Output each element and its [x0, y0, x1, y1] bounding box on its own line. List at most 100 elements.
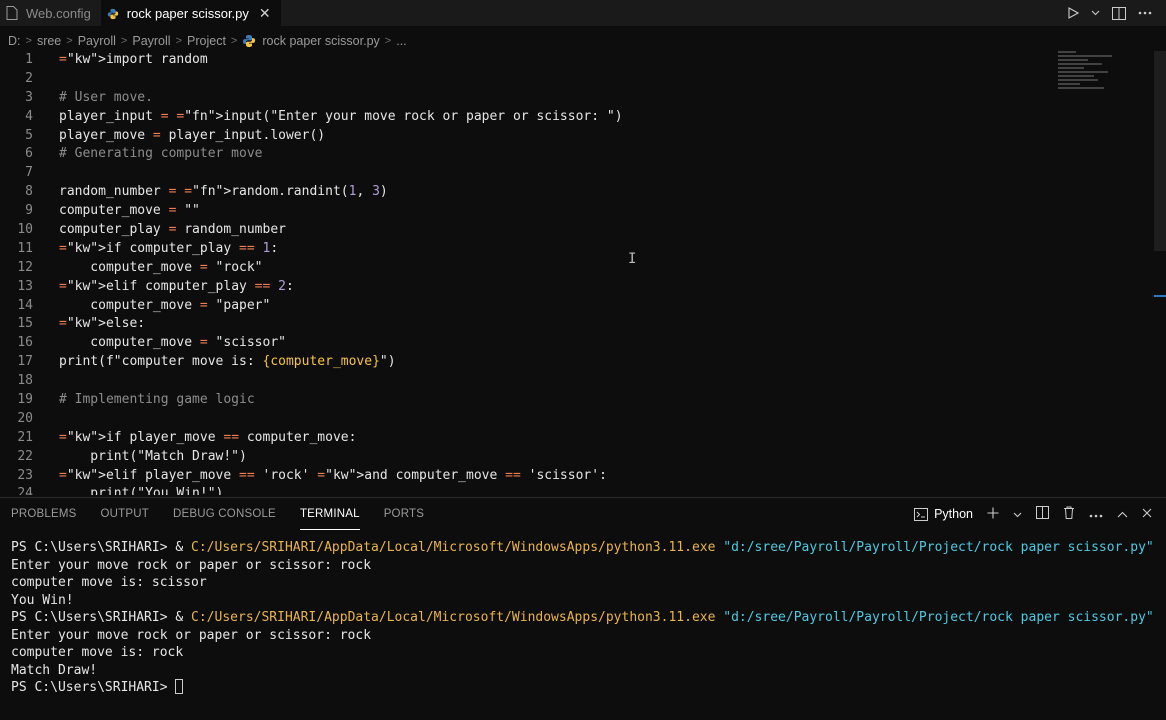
terminal-line: PS C:\Users\SRIHARI> & C:/Users/SRIHARI/… [11, 610, 1154, 625]
line-number: 1 [25, 52, 33, 67]
bottom-panel: PROBLEMS OUTPUT DEBUG CONSOLE TERMINAL P… [0, 497, 1166, 720]
code-line: 6 # Generating computer move [0, 145, 1166, 164]
code-line: 21 ="kw">if player_move == computer_move: [0, 429, 1166, 448]
line-number: 13 [17, 278, 33, 294]
chevron-down-icon[interactable] [1013, 507, 1022, 521]
code-line: 14 computer_move = "paper" [0, 297, 1166, 316]
split-editor-icon[interactable] [1112, 6, 1126, 20]
line-number: 6 [25, 146, 33, 162]
panel-tab-bar: PROBLEMS OUTPUT DEBUG CONSOLE TERMINAL P… [0, 498, 1166, 530]
maximize-panel-icon[interactable] [1117, 507, 1128, 521]
code-line: 13 ="kw">elif computer_play == 2: [0, 278, 1166, 297]
code-line: 23 ="kw">elif player_move == 'rock' ="kw"… [0, 467, 1166, 486]
panel-actions: Python [914, 506, 1166, 522]
line-number: 9 [25, 203, 33, 219]
add-terminal-icon[interactable] [987, 507, 999, 522]
line-number: 8 [25, 184, 33, 200]
tab-label: rock paper scissor.py [126, 6, 249, 21]
line-number: 19 [17, 392, 33, 408]
line-number: 12 [17, 259, 33, 275]
code-editor[interactable]: 1 ="kw">import random 2 3 # User move. 4 playe… [0, 51, 1166, 495]
code-line: 22 print("Match Draw!") [0, 448, 1166, 467]
tab-terminal[interactable]: TERMINAL [299, 498, 360, 530]
code-line: 15 ="kw">else: [0, 315, 1166, 334]
code-line: 8 random_number = ="fn">random.randint(1,… [0, 183, 1166, 202]
code-line: 24 print("You Win!") [0, 485, 1166, 495]
close-icon[interactable]: ✕ [259, 5, 271, 22]
code-line: 4 player_input = ="fn">input("Enter your … [0, 108, 1166, 127]
breadcrumb: D: > sree > Payroll > Payroll > Project … [0, 30, 1166, 52]
line-number: 7 [25, 165, 33, 181]
terminal-line: computer move is: rock [11, 645, 184, 660]
split-terminal-icon[interactable] [1036, 506, 1049, 522]
code-text: computer_move = "scissor" [59, 335, 286, 351]
code-text: print("Match Draw!") [59, 448, 247, 464]
line-number: 11 [17, 240, 33, 256]
chevron-right-icon: > [120, 35, 128, 47]
chevron-right-icon: > [230, 35, 238, 47]
breadcrumb-item[interactable]: D: [8, 34, 21, 48]
more-icon[interactable] [1138, 11, 1152, 15]
line-number: 23 [17, 467, 33, 483]
close-panel-icon[interactable] [1142, 507, 1152, 521]
terminal-line: Enter your move rock or paper or scissor… [11, 627, 372, 643]
code-line: 16 computer_move = "scissor" [0, 334, 1166, 353]
line-number: 14 [17, 297, 33, 313]
chevron-down-icon[interactable] [1091, 10, 1100, 16]
code-text: ="kw">elif computer_play == 2: [59, 278, 294, 294]
code-text: print(f"computer move is: {computer_move… [59, 354, 396, 370]
code-text: ="kw">elif player_move == 'rock' ="kw">a… [59, 467, 607, 483]
minimap[interactable] [1058, 51, 1118, 101]
code-line: 9 computer_move = "" [0, 202, 1166, 221]
terminal-output[interactable]: PS C:\Users\SRIHARI> & C:/Users/SRIHARI/… [11, 539, 1154, 697]
trash-icon[interactable] [1063, 506, 1075, 522]
code-line: 18 [0, 372, 1166, 391]
code-text: ="kw">if computer_play == 1: [59, 240, 279, 256]
line-number: 5 [25, 127, 33, 143]
more-icon[interactable] [1089, 507, 1103, 521]
chevron-right-icon: > [25, 35, 32, 47]
terminal-prompt-line[interactable]: PS C:\Users\SRIHARI> [11, 679, 1154, 697]
terminal-line: PS C:\Users\SRIHARI> & C:/Users/SRIHARI/… [11, 540, 1154, 555]
breadcrumb-item[interactable]: rock paper scissor.py [262, 34, 379, 48]
editor-tab-bar: Web.config rock paper scissor.py ✕ [0, 0, 1166, 26]
line-number: 22 [17, 448, 33, 464]
code-lines: 1 ="kw">import random 2 3 # User move. 4 playe… [0, 51, 1166, 495]
line-number: 4 [25, 108, 33, 124]
python-icon [243, 35, 256, 47]
code-text: computer_move = "rock" [59, 259, 263, 275]
terminal-shell-selector[interactable]: Python [914, 507, 973, 521]
chevron-right-icon: > [175, 35, 183, 47]
line-number: 16 [17, 335, 33, 351]
breadcrumb-item[interactable]: Project [187, 34, 226, 48]
breadcrumb-item[interactable]: Payroll [132, 34, 170, 48]
python-icon [107, 8, 118, 19]
tab-debug-console[interactable]: DEBUG CONSOLE [173, 498, 276, 530]
code-text: player_input = ="fn">input("Enter your m… [59, 108, 623, 124]
tab-ports[interactable]: PORTS [384, 498, 424, 530]
line-number: 3 [25, 89, 33, 105]
code-line: 1 ="kw">import random [0, 51, 1166, 70]
code-text: ="kw">else: [59, 316, 146, 332]
tab-rock-paper-scissor[interactable]: rock paper scissor.py ✕ [100, 0, 281, 26]
run-icon[interactable] [1067, 7, 1079, 19]
breadcrumb-item[interactable]: Payroll [78, 34, 116, 48]
code-text: ="kw">if player_move == computer_move: [59, 429, 357, 445]
breadcrumb-item[interactable]: ... [396, 34, 406, 48]
tab-web-config[interactable]: Web.config [0, 0, 101, 26]
line-number: 24 [17, 486, 33, 495]
terminal-cursor [175, 679, 184, 694]
breadcrumb-item[interactable]: sree [37, 34, 61, 48]
chevron-right-icon: > [66, 35, 73, 47]
code-line: 11 ="kw">if computer_play == 1: [0, 240, 1166, 259]
file-icon [6, 6, 18, 20]
tab-problems[interactable]: PROBLEMS [11, 498, 77, 530]
code-line: 3 # User move. [0, 89, 1166, 108]
line-number: 20 [17, 410, 33, 426]
tab-output[interactable]: OUTPUT [101, 498, 149, 530]
code-text: player_move = player_input.lower() [59, 127, 326, 143]
code-text: # User move. [59, 89, 153, 105]
code-line: 7 [0, 164, 1166, 183]
line-number: 10 [17, 222, 33, 238]
editor-scrollbar[interactable] [1154, 51, 1166, 251]
